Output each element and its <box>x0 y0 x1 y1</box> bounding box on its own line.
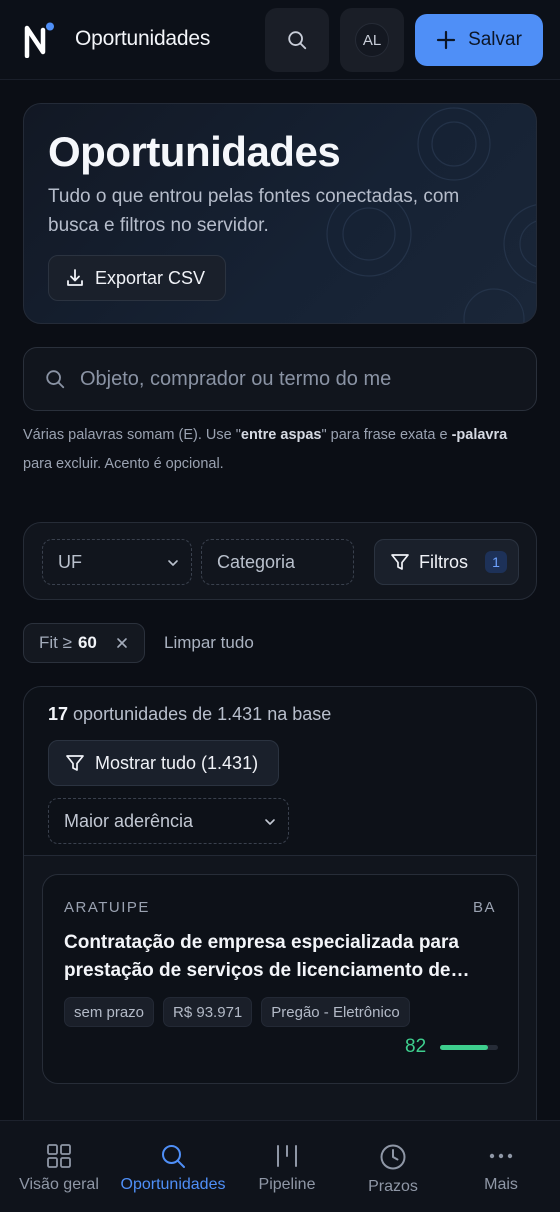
user-menu-button[interactable]: AL <box>340 8 404 72</box>
value-tag: R$ 93.971 <box>163 997 253 1027</box>
avatar: AL <box>355 23 389 57</box>
search-field[interactable] <box>23 347 537 411</box>
results-panel: 17 oportunidades de 1.431 na base Mostra… <box>23 686 537 1136</box>
filters-button-label: Filtros <box>419 551 468 572</box>
nav-label: Visão geral <box>19 1176 99 1193</box>
hero-card: Oportunidades Tudo o que entrou pelas fo… <box>23 103 537 324</box>
results-list: ARATUIPE BA Contratação de empresa espec… <box>24 856 536 1136</box>
deadline-tag: sem prazo <box>64 997 155 1027</box>
nav-label: Mais <box>484 1176 518 1193</box>
uf-select-label: UF <box>58 551 82 572</box>
results-count: 17 oportunidades de 1.431 na base <box>48 704 332 724</box>
filter-bar: UF Categoria Filtros 1 <box>23 522 537 600</box>
page-title: Oportunidades <box>48 128 341 175</box>
fit-score: 82 <box>405 1036 427 1057</box>
filters-button[interactable]: Filtros 1 <box>374 539 519 585</box>
nav-label: Pipeline <box>258 1176 316 1193</box>
chip-value: 60 <box>77 633 97 652</box>
nav-label: Oportunidades <box>120 1176 226 1193</box>
category-select-label: Categoria <box>217 551 296 572</box>
fit-bar-fill <box>440 1045 488 1050</box>
filter-icon <box>391 554 409 570</box>
plus-icon <box>436 30 456 50</box>
nav-item-deadlines[interactable]: Prazos <box>340 1121 446 1212</box>
search-icon <box>288 31 307 50</box>
top-bar: Oportunidades AL Salvar <box>0 0 560 80</box>
show-all-label: Mostrar tudo (1.431) <box>95 752 259 773</box>
opportunity-card[interactable]: ARATUIPE BA Contratação de empresa espec… <box>42 874 519 1084</box>
search-icon <box>46 370 65 389</box>
header-search-button[interactable] <box>265 8 329 72</box>
filters-count-badge: 1 <box>485 551 507 573</box>
export-csv-button[interactable]: Exportar CSV <box>48 255 226 301</box>
fit-bar <box>440 1045 498 1050</box>
card-uf: BA <box>472 899 496 916</box>
sort-select-label: Maior aderência <box>64 810 194 831</box>
bottom-nav: Visão geral Oportunidades Pipeline Prazo… <box>0 1120 560 1212</box>
clock-icon <box>380 1144 406 1170</box>
active-filter-chip[interactable]: Fit ≥ 60 <box>23 623 145 663</box>
card-tags: sem prazo R$ 93.971 Pregão - Eletrônico <box>64 997 410 1027</box>
nav-label: Prazos <box>368 1178 418 1195</box>
search-input[interactable] <box>80 367 420 391</box>
nav-item-opportunities[interactable]: Oportunidades <box>112 1121 234 1212</box>
download-icon <box>67 269 83 286</box>
nav-item-pipeline[interactable]: Pipeline <box>234 1121 340 1212</box>
logo[interactable] <box>24 22 56 58</box>
export-csv-label: Exportar CSV <box>95 267 206 288</box>
nav-item-more[interactable]: Mais <box>446 1121 556 1212</box>
search-hint: Várias palavras somam (E). Use "entre as… <box>23 427 508 472</box>
category-select[interactable]: Categoria <box>201 539 354 585</box>
chip-label: Fit ≥ <box>39 633 72 652</box>
more-icon <box>489 1153 513 1159</box>
chevron-down-icon <box>168 560 178 566</box>
chevron-down-icon <box>265 819 275 825</box>
clear-all-link[interactable]: Limpar tudo <box>164 633 254 653</box>
close-icon[interactable] <box>114 635 130 651</box>
modality-tag: Pregão - Eletrônico <box>261 997 410 1027</box>
grid-icon <box>47 1144 71 1168</box>
save-button-label: Salvar <box>468 29 522 50</box>
card-city: ARATUIPE <box>64 899 150 916</box>
app-title: Oportunidades <box>75 27 211 50</box>
nav-item-overview[interactable]: Visão geral <box>0 1121 118 1212</box>
pipeline-icon <box>277 1145 297 1167</box>
card-title[interactable]: Contratação de empresa especializada par… <box>64 929 496 985</box>
page-subtitle: Tudo o que entrou pelas fontes conectada… <box>48 186 460 236</box>
filter-icon <box>66 755 84 771</box>
save-button[interactable]: Salvar <box>415 14 543 66</box>
show-all-button[interactable]: Mostrar tudo (1.431) <box>48 740 279 786</box>
search-icon <box>162 1145 185 1168</box>
sort-select[interactable]: Maior aderência <box>48 798 289 844</box>
uf-select[interactable]: UF <box>42 539 192 585</box>
